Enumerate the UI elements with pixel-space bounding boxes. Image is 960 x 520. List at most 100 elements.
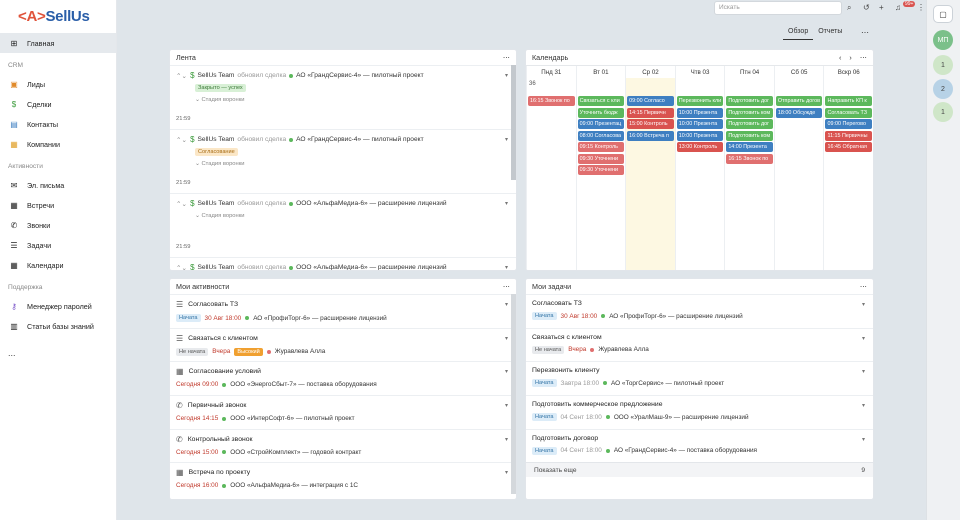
task-company[interactable]: ООО «УралМаш-9» — расширение лицензий (614, 414, 749, 421)
activity-row[interactable]: ☰ Согласовать ТЗ Начата 30 Авг 18:00 АО «Про… (170, 294, 516, 328)
panel-menu-icon[interactable]: ⋯ (860, 53, 867, 62)
calendar-day-column[interactable]: Связаться с кли Уточнить бюдж 09:00 Презен… (575, 78, 626, 270)
feed-author[interactable]: SellUs Team (198, 72, 235, 79)
sidebar-item-leads[interactable]: ▣ Лиды (0, 74, 116, 94)
sidebar-item-companies[interactable]: ▦ Компании (0, 134, 116, 154)
activity-title[interactable]: Согласовать ТЗ (188, 301, 238, 308)
task-company[interactable]: Журавлева Алла (598, 346, 649, 353)
chevron-down-icon[interactable]: ▾ (505, 264, 508, 270)
calendar-event[interactable]: 09:00 Презентац (577, 119, 625, 129)
calendar-event[interactable]: 16:00 Встреча п (627, 130, 674, 141)
activity-title[interactable]: Встреча по проекту (189, 469, 251, 476)
calendar-event[interactable]: 10:00 Презента (676, 119, 724, 129)
sidebar-item-tasks[interactable]: ☰ Задачи (0, 235, 116, 255)
activity-company[interactable]: АО «ПрофиТорг-6» — расширение лицензий (253, 315, 387, 322)
activity-company[interactable]: ООО «ЭнергоСбыт-7» — поставка оборудован… (230, 381, 376, 388)
task-row[interactable]: Перезвонить клиенту Начата Завтра 18:00 АО … (526, 361, 873, 395)
feed-target[interactable]: ООО «АльфаМедиа-6» — расширение лицензий (296, 200, 446, 207)
activity-row[interactable]: ✆ Контрольный звонок Сегодня 15:00 ООО «Стр… (170, 428, 516, 463)
chevron-down-icon[interactable]: ▾ (505, 335, 508, 342)
activity-company[interactable]: Журавлева Алла (275, 348, 326, 355)
feed-author[interactable]: SellUs Team (198, 200, 235, 207)
tab-reports[interactable]: Отчеты (813, 28, 847, 40)
scrollbar[interactable] (511, 294, 516, 494)
bell-icon[interactable]: ♫ (895, 3, 901, 12)
sidebar-item-emails[interactable]: ✉ Эл. письма (0, 175, 116, 195)
chevron-down-icon[interactable]: ▾ (862, 335, 865, 342)
calendar-event[interactable]: 14:15 Первичн (627, 107, 674, 118)
calendar-day-column[interactable]: Отправить догов 18:00 Обсужде (773, 78, 824, 270)
calendar-event[interactable]: 16:15 Звонок по (528, 96, 575, 106)
chevron-down-icon[interactable]: ▾ (505, 72, 508, 79)
calendar-event[interactable]: 09:30 Уточнени (577, 153, 625, 164)
chevron-down-icon[interactable]: ▾ (505, 368, 508, 375)
calendar-event[interactable]: 13:00 Контроль (676, 142, 724, 152)
task-company[interactable]: АО «ГрандСервис-4» — поставка оборудован… (614, 447, 757, 454)
tab-overview[interactable]: Обзор (783, 28, 814, 40)
activity-title[interactable]: Контрольный звонок (188, 436, 253, 443)
show-more-button[interactable]: Показать еще 9 (526, 462, 873, 478)
panel-menu-icon[interactable]: ⋯ (503, 282, 510, 291)
task-row[interactable]: Связаться с клиентом Не начата Вчера Журавл… (526, 327, 873, 362)
logo[interactable]: <A> SellUs (0, 0, 116, 33)
activity-row[interactable]: ▦ Согласование условий Сегодня 09:00 ООО «Э… (170, 361, 516, 395)
task-row[interactable]: Согласовать ТЗ Начата 30 Авг 18:00 АО «Проф… (526, 294, 873, 328)
feed-target[interactable]: ООО «АльфаМедиа-6» — расширение лицензий (296, 264, 446, 270)
scrollbar[interactable] (511, 65, 516, 180)
chevron-down-icon[interactable]: ▾ (505, 402, 508, 409)
feed-author[interactable]: SellUs Team (198, 264, 235, 270)
activity-row[interactable]: ☰ Связаться с клиентом Не начата Вчера Высок… (170, 327, 516, 362)
calendar-event[interactable]: Перезвонить кли (676, 96, 724, 106)
counter-badge[interactable]: 2 (933, 79, 953, 99)
task-title[interactable]: Связаться с клиентом (532, 334, 602, 341)
feed-item[interactable]: ⌃⌄ $ SellUs Team обновил сделка ООО «АльфаМе… (170, 257, 516, 270)
task-row[interactable]: Подготовить коммерческое предложение Нача… (526, 395, 873, 429)
calendar-event[interactable]: 11:15 Первичны (825, 130, 873, 141)
activity-company[interactable]: ООО «ИнтерСофт-6» — пилотный проект (230, 415, 354, 422)
feed-target[interactable]: АО «ГрандСервис-4» — пилотный проект (296, 72, 423, 79)
calendar-event[interactable]: 09:15 Контроль (577, 142, 625, 152)
calendar-event[interactable]: Отправить догов (775, 96, 823, 106)
task-company[interactable]: АО «ПрофиТорг-6» — расширение лицензий (609, 313, 743, 320)
more-button[interactable]: ... (0, 336, 116, 358)
menu-dots-icon[interactable]: ⋮ (917, 3, 925, 12)
counter-badge[interactable]: 1 (933, 55, 953, 75)
calendar-event[interactable]: Согласовать ТЗ (825, 107, 873, 118)
counter-badge[interactable]: 1 (933, 102, 953, 122)
calendar-event[interactable]: Уточнить бюдж (577, 107, 625, 118)
calendar-event[interactable]: 08:00 Согласова (577, 130, 625, 141)
sidebar-item-deals[interactable]: $ Сделки (0, 94, 116, 114)
calendar-event[interactable]: 10:00 Презента (676, 107, 724, 118)
activity-company[interactable]: ООО «СтройКомплект» — годовой контракт (230, 449, 361, 456)
calendar-event[interactable]: Подготовить дог (726, 96, 773, 106)
chevron-down-icon[interactable]: ▾ (862, 301, 865, 308)
sidebar-item-calls[interactable]: ✆ Звонки (0, 215, 116, 235)
panel-menu-icon[interactable]: ⋯ (860, 282, 867, 291)
chevron-down-icon[interactable]: ▾ (505, 301, 508, 308)
feed-item[interactable]: ⌃⌄ $ SellUs Team обновил сделка ООО «АльфаМе… (170, 193, 516, 257)
chevron-down-icon[interactable]: ▾ (862, 368, 865, 375)
calendar-day-column[interactable]: 36 16:15 Звонок по (526, 78, 576, 270)
activity-title[interactable]: Согласование условий (189, 368, 261, 375)
calendar-event[interactable]: 10:00 Презента (676, 130, 724, 141)
stage-toggle[interactable]: ⌄ Стадия воронки (195, 161, 508, 167)
activity-row[interactable]: ✆ Первичный звонок Сегодня 14:15 ООО «Интер… (170, 395, 516, 429)
next-icon[interactable]: › (849, 53, 851, 62)
sidebar-item-passwords[interactable]: ⚷ Менеджер паролей (0, 296, 116, 316)
activity-title[interactable]: Связаться с клиентом (188, 335, 258, 342)
calendar-day-column[interactable]: Подготовить дог Подготовить ком Подготовит… (724, 78, 774, 270)
task-title[interactable]: Подготовить коммерческое предложение (532, 401, 662, 408)
chevron-down-icon[interactable]: ▾ (505, 436, 508, 443)
stage-toggle[interactable]: ⌄ Стадия воронки (195, 213, 508, 219)
calendar-event[interactable]: Направить КП к (825, 96, 873, 106)
search-icon[interactable]: ⌕ (847, 3, 851, 13)
chevron-down-icon[interactable]: ▾ (505, 469, 508, 476)
prev-icon[interactable]: ‹ (839, 53, 841, 62)
stage-toggle[interactable]: ⌄ Стадия воронки (195, 97, 508, 103)
chevron-down-icon[interactable]: ▾ (862, 402, 865, 409)
task-title[interactable]: Согласовать ТЗ (532, 300, 582, 307)
task-company[interactable]: АО «ТоргСервис» — пилотный проект (611, 380, 724, 387)
chevron-down-icon[interactable]: ▾ (505, 200, 508, 207)
feed-author[interactable]: SellUs Team (198, 136, 235, 143)
search-input[interactable]: Искать (714, 1, 842, 15)
